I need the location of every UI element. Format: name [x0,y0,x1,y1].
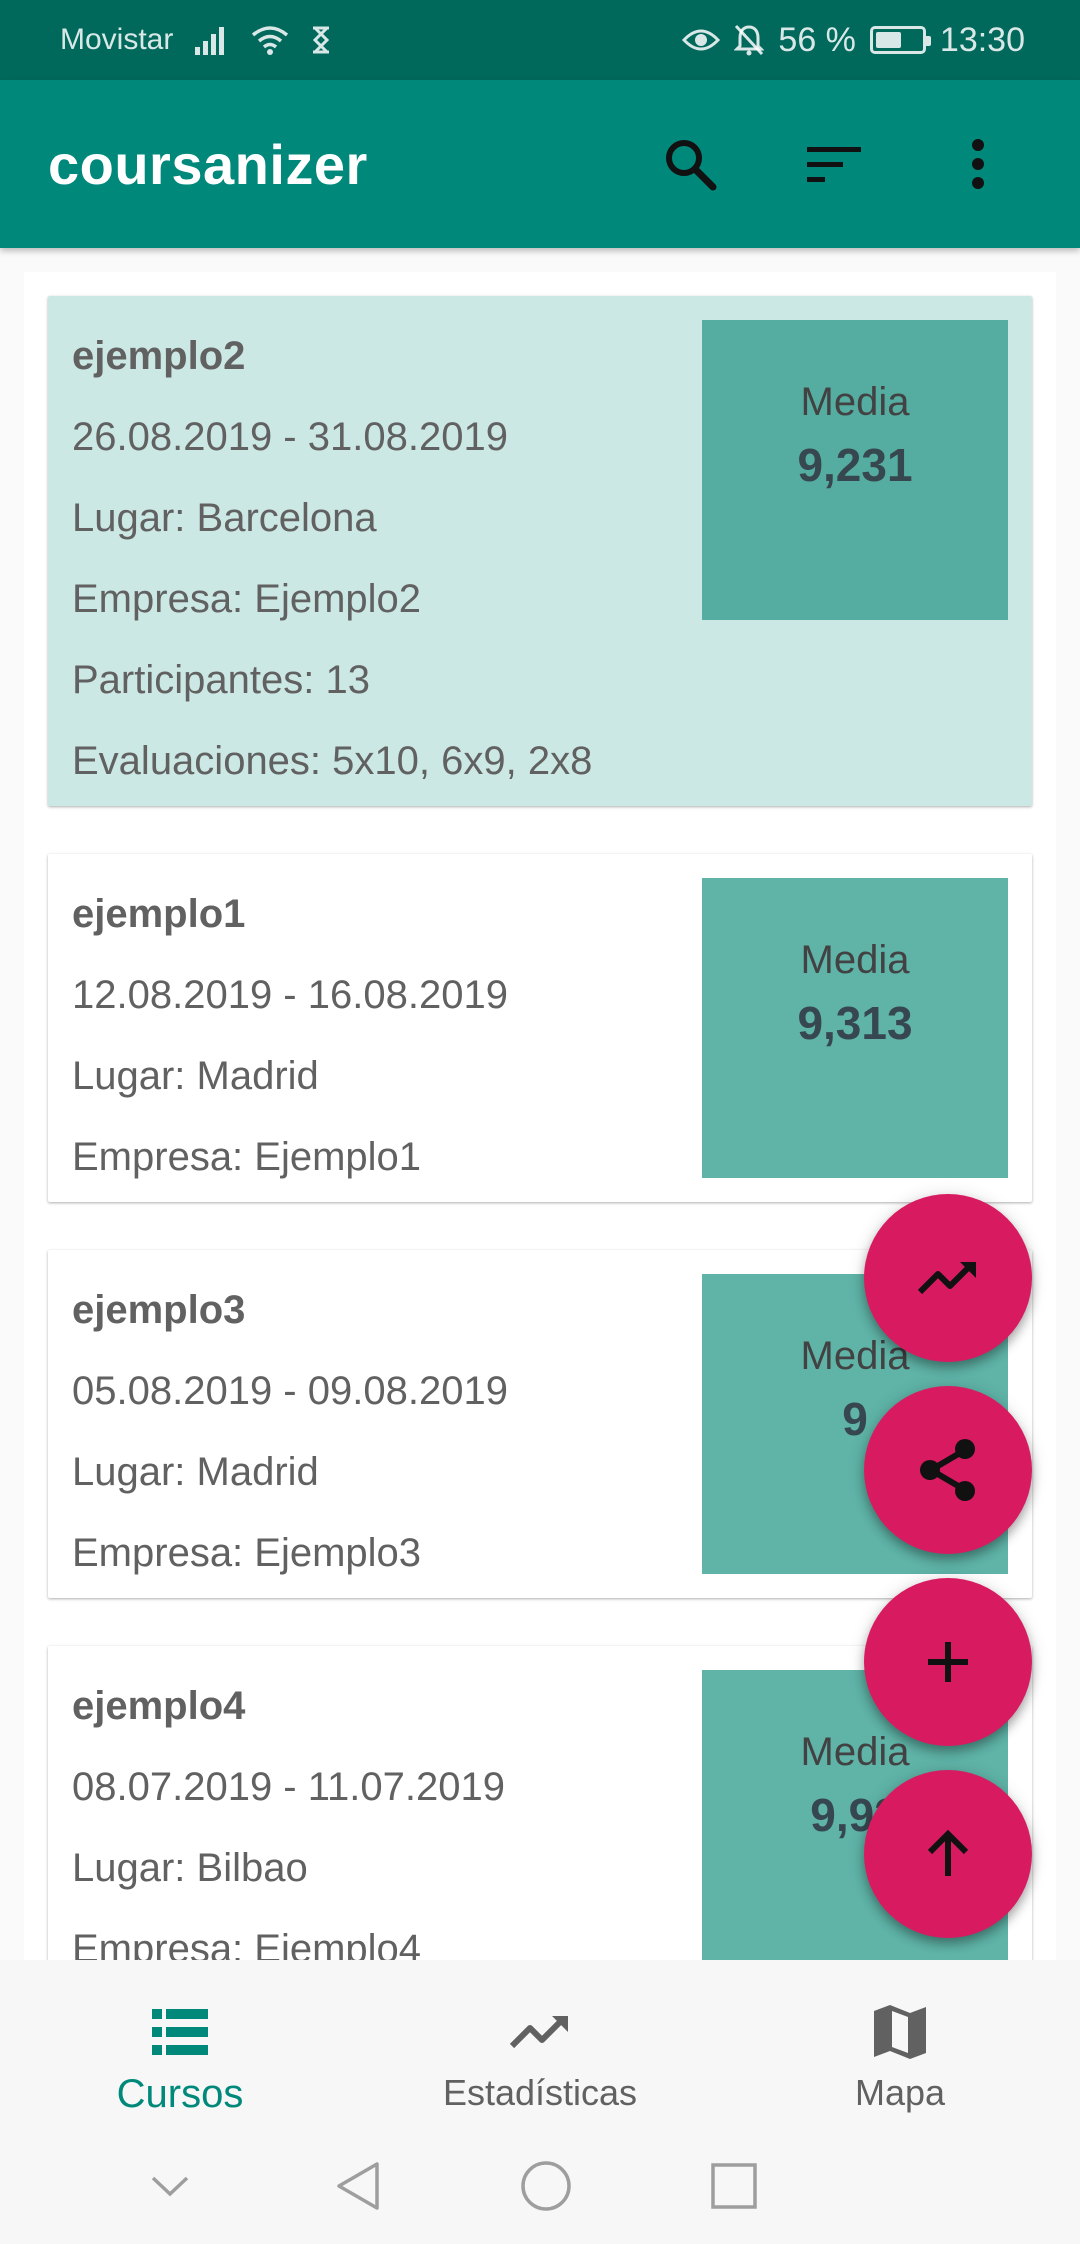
recents-square-icon [711,2163,757,2209]
search-icon [666,140,717,191]
chevron-down-icon [151,2176,189,2197]
course-place: Lugar: Madrid [72,1450,319,1494]
battery-percent: 56 % [778,20,856,59]
course-place: Lugar: Madrid [72,1054,319,1098]
hourglass-icon [311,26,331,54]
course-participants: Participantes: 13 [72,658,370,702]
nav-item-mapa[interactable]: Mapa [720,1960,1080,2128]
back-button[interactable] [288,2128,428,2244]
nav-item-estadisticas[interactable]: Estadísticas [360,1960,720,2128]
add-icon [928,1642,968,1682]
sort-icon [807,147,861,182]
nav-label-cursos: Cursos [116,2072,244,2116]
trending-up-icon [917,1261,976,1295]
course-company: Empresa: Ejemplo1 [72,1135,422,1179]
system-navigation [0,2128,1080,2244]
media-label: Media [800,380,910,424]
course-evaluations: Evaluaciones: 5x10, 6x9, 2x8 [72,739,593,783]
course-name: ejemplo1 [72,892,246,936]
recents-button[interactable] [664,2128,804,2244]
media-label: Media [800,938,910,982]
trending-up-icon [509,2015,568,2049]
more-vert-icon [972,139,984,189]
sort-button[interactable] [762,104,906,224]
more-options-button[interactable] [906,104,1050,224]
course-dates: 26.08.2019 - 31.08.2019 [72,415,508,459]
media-box: Media 9,231 [702,320,1008,620]
course-dates: 08.07.2019 - 11.07.2019 [72,1765,505,1809]
course-dates: 05.08.2019 - 09.08.2019 [72,1369,508,1413]
course-card-ejemplo1[interactable]: ejemplo1 12.08.2019 - 16.08.2019 Lugar: … [48,854,1032,1202]
nav-label-mapa: Mapa [854,2072,946,2113]
course-place: Lugar: Bilbao [72,1846,308,1890]
scroll-top-fab[interactable] [864,1770,1032,1938]
eye-icon [682,26,721,54]
course-company: Empresa: Ejemplo4 [72,1927,422,1960]
search-button[interactable] [618,104,762,224]
home-circle-icon [521,2161,571,2211]
app-bar: coursanizer [0,80,1080,248]
arrow-up-icon [927,1829,969,1876]
wifi-icon [251,25,289,55]
media-value: 9 [842,1393,868,1445]
course-name: ejemplo2 [72,334,246,378]
media-box: Media 9,313 [702,878,1008,1178]
home-button[interactable] [476,2128,616,2244]
notifications-off-icon [734,24,765,56]
media-value: 9,313 [797,997,913,1049]
battery-icon [869,26,931,54]
signal-icon [195,25,229,55]
media-value: 9,231 [797,439,913,491]
app-title: coursanizer [48,132,368,196]
share-fab[interactable] [864,1386,1032,1554]
back-triangle-icon [337,2162,379,2210]
course-company: Empresa: Ejemplo2 [72,577,422,621]
map-icon [874,2005,926,2059]
share-icon [920,1439,975,1501]
list-icon [152,2009,208,2055]
hide-nav-button[interactable] [100,2128,240,2244]
nav-label-estadisticas: Estadísticas [442,2072,638,2113]
bottom-navigation: Cursos Estadísticas Mapa [0,1960,1080,2128]
course-card-ejemplo2[interactable]: ejemplo2 26.08.2019 - 31.08.2019 Lugar: … [48,296,1032,806]
media-label: Media [800,1730,910,1774]
course-company: Empresa: Ejemplo3 [72,1531,422,1575]
course-name: ejemplo4 [72,1684,246,1728]
statistics-fab[interactable] [864,1194,1032,1362]
course-dates: 12.08.2019 - 16.08.2019 [72,973,508,1017]
add-course-fab[interactable] [864,1578,1032,1746]
carrier-label: Movistar [60,23,174,56]
status-bar: Movistar 56 % 13:30 [0,0,1080,80]
nav-item-cursos[interactable]: Cursos [0,1960,360,2128]
clock: 13:30 [939,20,1025,59]
course-name: ejemplo3 [72,1288,246,1332]
course-place: Lugar: Barcelona [72,496,377,540]
